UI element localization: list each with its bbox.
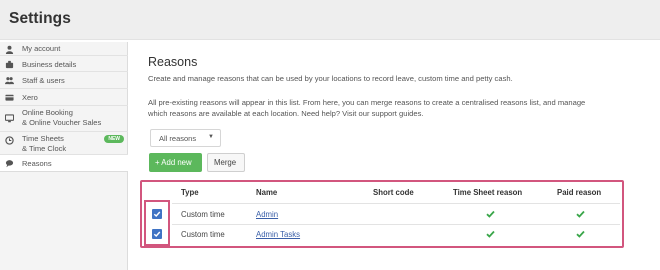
- sidebar-item-label: My account: [22, 44, 61, 53]
- add-new-button[interactable]: + Add new: [149, 153, 202, 172]
- sidebar-item-time-sheets[interactable]: Time Sheets & Time Clock NEW: [0, 132, 128, 155]
- section-description: Create and manage reasons that can be us…: [148, 74, 513, 83]
- sidebar-item-label: Time Sheets: [22, 134, 64, 143]
- header-bar: Settings: [0, 0, 660, 40]
- sidebar-item-business-details[interactable]: Business details: [0, 56, 128, 72]
- speech-bubble-icon: [4, 159, 14, 169]
- new-badge: NEW: [104, 135, 124, 143]
- caret-down-icon: ▼: [208, 134, 214, 140]
- row-checkbox[interactable]: [152, 209, 162, 219]
- sidebar-item-online-booking[interactable]: Online Booking & Online Voucher Sales: [0, 106, 128, 132]
- users-icon: [4, 75, 14, 85]
- sidebar-item-label: Xero: [22, 93, 38, 102]
- sidebar: My account Business details Staff & user…: [0, 42, 134, 270]
- check-icon: [576, 230, 585, 238]
- reason-name-link[interactable]: Admin: [256, 210, 278, 219]
- sidebar-item-my-account[interactable]: My account: [0, 42, 128, 56]
- column-header-name[interactable]: Name: [256, 188, 277, 197]
- checkbox-column-highlight: [144, 200, 170, 246]
- section-title: Reasons: [148, 55, 198, 69]
- sidebar-item-reasons[interactable]: Reasons: [0, 155, 134, 172]
- row-divider: [172, 224, 620, 225]
- check-icon: [486, 230, 495, 238]
- cell-type: Custom time: [181, 210, 225, 219]
- row-divider: [172, 203, 620, 204]
- card-icon: [4, 93, 14, 103]
- user-icon: [4, 44, 14, 54]
- sidebar-item-staff-users[interactable]: Staff & users: [0, 72, 128, 89]
- sidebar-item-label: Business details: [22, 59, 77, 69]
- sidebar-item-xero[interactable]: Xero: [0, 89, 128, 106]
- clock-icon: [4, 135, 14, 145]
- section-info: All pre-existing reasons will appear in …: [148, 98, 586, 118]
- check-icon: [486, 210, 495, 218]
- check-icon: [576, 210, 585, 218]
- merge-button[interactable]: Merge: [207, 153, 245, 172]
- active-indicator: [128, 155, 134, 171]
- page-title: Settings: [9, 10, 71, 27]
- monitor-icon: [4, 113, 14, 123]
- column-header-time-sheet-reason[interactable]: Time Sheet reason: [453, 188, 522, 197]
- column-header-type[interactable]: Type: [181, 188, 199, 197]
- sidebar-item-label: Reasons: [22, 159, 52, 168]
- sidebar-item-label: & Online Voucher Sales: [22, 117, 102, 127]
- column-header-paid-reason[interactable]: Paid reason: [557, 188, 601, 197]
- sidebar-item-label: Online Booking: [22, 108, 73, 117]
- row-checkbox[interactable]: [152, 229, 162, 239]
- reasons-filter-value: All reasons: [159, 134, 197, 143]
- briefcase-icon: [4, 59, 14, 69]
- reason-name-link[interactable]: Admin Tasks: [256, 230, 300, 239]
- column-header-short-code[interactable]: Short code: [373, 188, 414, 197]
- sidebar-item-label: & Time Clock: [22, 143, 67, 153]
- cell-type: Custom time: [181, 230, 225, 239]
- sidebar-item-label: Staff & users: [22, 76, 65, 85]
- reasons-filter-select[interactable]: All reasons ▼: [150, 129, 221, 147]
